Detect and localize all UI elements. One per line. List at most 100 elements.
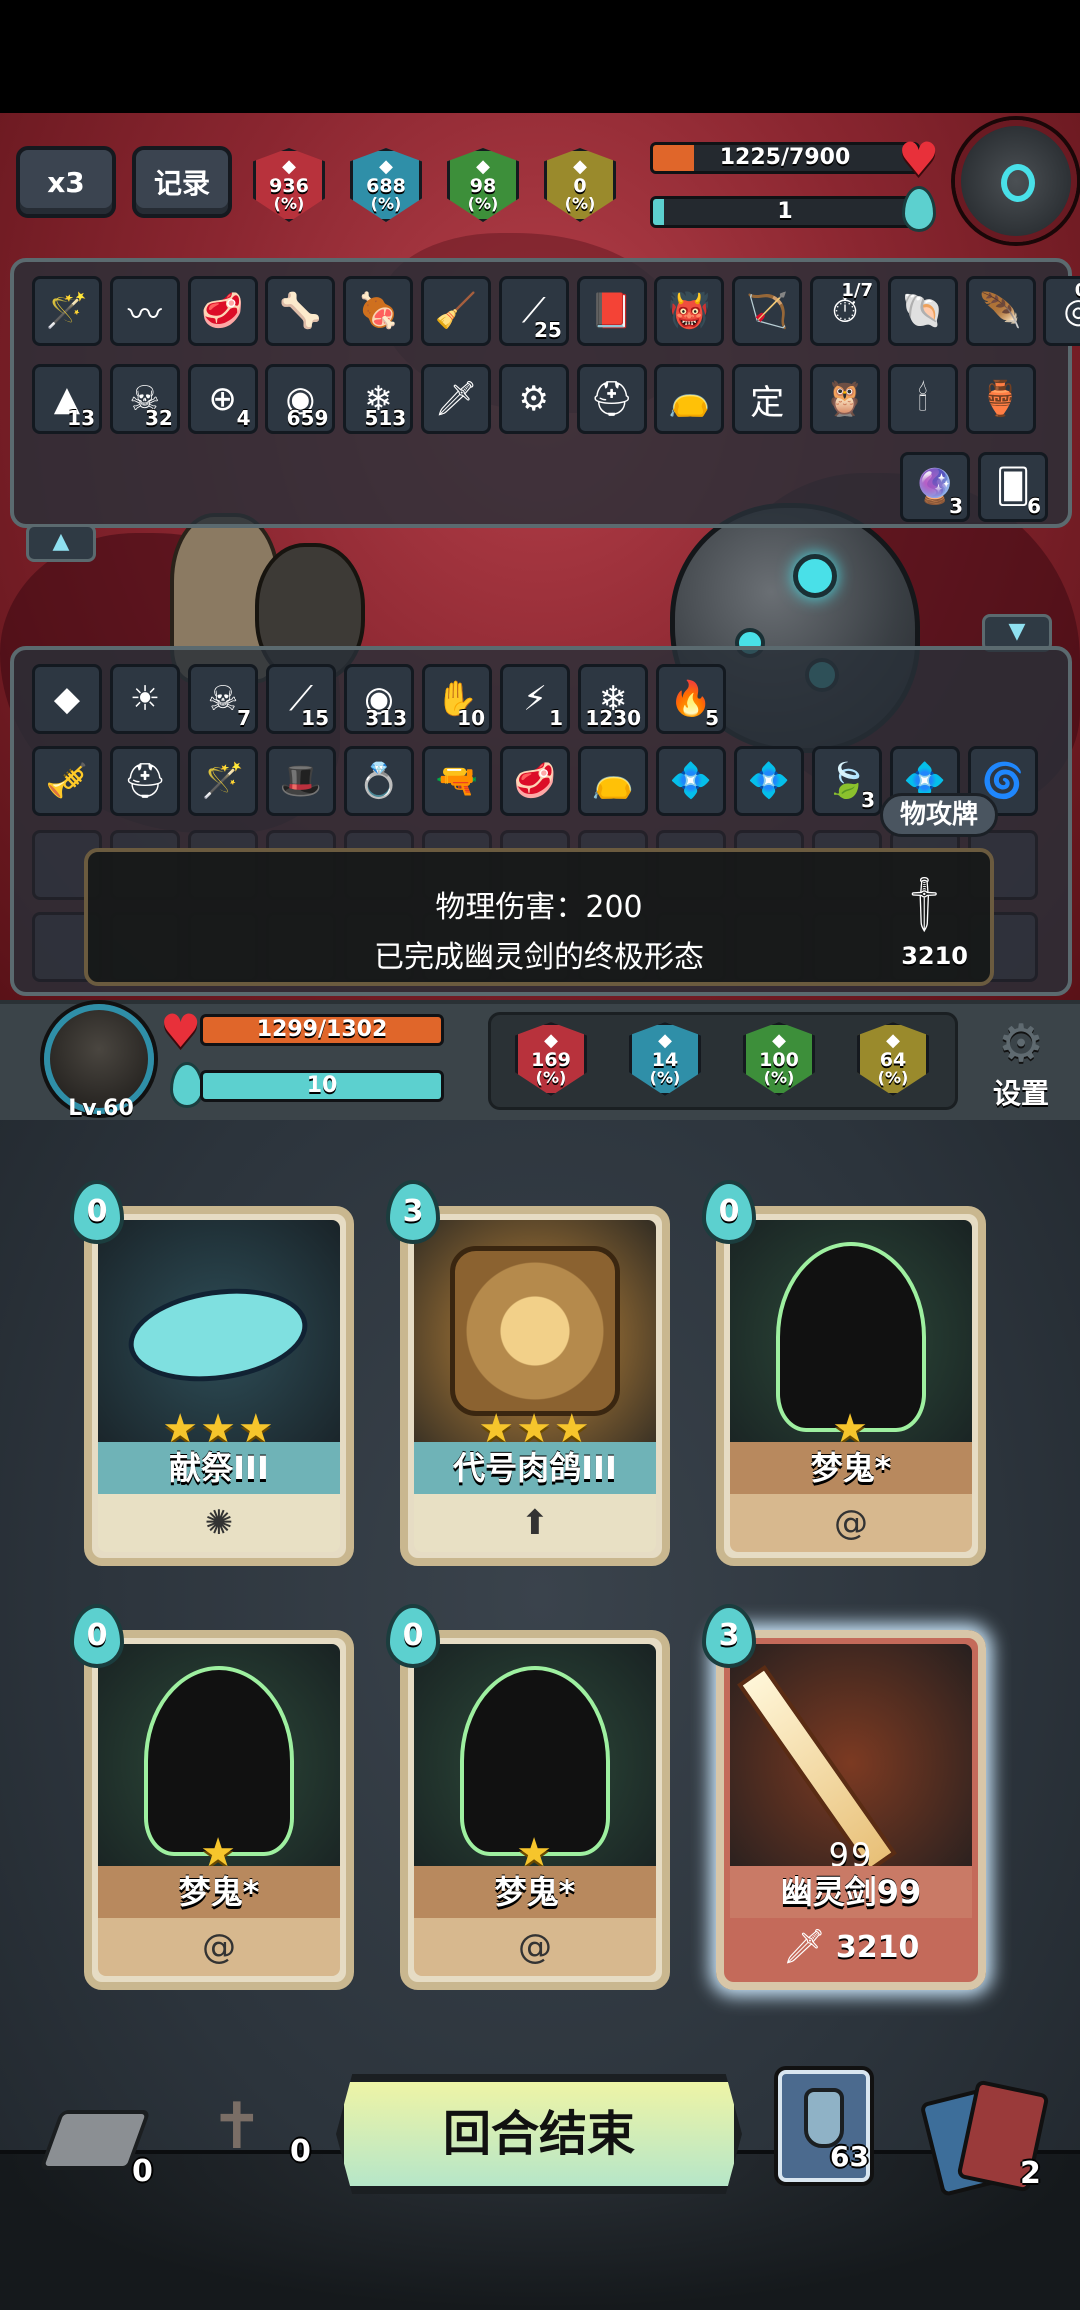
discard-pile[interactable]: 2 [919,2079,1070,2200]
poison-skull-icon: ☠ [207,679,239,719]
collapse-enemy-panel-button[interactable]: ▲ [26,524,96,562]
item-slot[interactable]: ▲ 13 [32,364,102,434]
item-slot[interactable]: ◎0/1 [1043,276,1080,346]
item-slot[interactable]: 🂠 6 [978,452,1048,522]
item-slot[interactable]: ❄ 1230 [578,664,648,734]
book-icon: 📕 [590,291,633,331]
speed-label: x3 [47,165,85,199]
tooltip-sword-icon: 🗡 [890,869,960,939]
item-slot[interactable]: 👹 [654,276,725,346]
item-slot[interactable]: 🪶 [965,276,1036,346]
item-slot[interactable]: 👝 [654,364,725,434]
item-slot[interactable]: 💍 [344,746,414,816]
player-hp-text: 1299/1302 [256,1017,388,1042]
item-slot[interactable]: 🪄 [188,746,258,816]
item-slot[interactable]: 🏺 [965,364,1036,434]
card-cost-value: 3 [402,1194,424,1229]
item-slot[interactable]: ☠ 32 [109,364,180,434]
item-slot[interactable]: ☀ [110,664,180,734]
item-slot[interactable]: 🧹 [421,276,491,346]
dream-ghost-silhouette [144,1666,294,1856]
end-turn-button[interactable]: 回合结束 [336,2074,742,2194]
item-slot[interactable]: 🎺 [32,746,102,816]
meat-icon: 🥩 [201,291,244,331]
kunai-icon: 🗡 [434,379,478,419]
blue-shield-gem-icon: 💠 [747,761,791,801]
item-slot[interactable]: 🦉 [810,364,880,434]
enemy-portrait[interactable] [955,120,1077,242]
whip-icon: 〰 [127,294,162,335]
item-slot[interactable]: 🐚 [887,276,958,346]
wing-icon: 🪶 [979,291,1022,331]
broom-icon: 🧹 [434,291,478,331]
item-slot[interactable]: 🗡 [421,364,491,434]
resist-shield: ◆ 14 (%) [629,1022,701,1096]
player-heart-icon: ♥ [160,1004,202,1058]
grave-pile[interactable]: ✝ 0 [190,2080,320,2190]
card-cost: 0 [386,1604,440,1668]
hand-card[interactable]: ★★★ 献祭III ✺ 0 [70,1180,354,1566]
item-count: 659 [286,406,329,430]
resist-shield: ◆ 64 (%) [857,1022,929,1096]
resist-shield: ◆ 936 (%) [253,148,325,222]
item-slot[interactable]: ☠ 7 [188,664,258,734]
item-slot[interactable]: ⛑ [110,746,180,816]
card-foot: ⬆ [414,1494,656,1552]
card-foot: @ [730,1494,972,1552]
tooltip-line-1: 物理伤害：200 [435,890,643,925]
item-slot[interactable]: 🍃 3 [812,746,882,816]
potion-slot[interactable]: 63 [778,2070,870,2182]
horn-icon: 🦴 [279,291,322,331]
orb-icon: 定 [750,382,785,423]
sun-icon: ☀ [129,679,161,719]
item-slot[interactable]: 定 [732,364,803,434]
item-count: 15 [301,706,329,730]
item-slot[interactable]: ⊕ 4 [187,364,258,434]
item-count: 513 [364,406,407,430]
card-cost: 0 [70,1604,124,1668]
player-level: Lv.60 [68,1096,134,1121]
item-slot[interactable]: 🦴 [265,276,336,346]
item-slot[interactable]: ◆ [32,664,102,734]
item-slot[interactable]: ◉ 313 [344,664,414,734]
item-slot[interactable]: 📕 [576,276,647,346]
gravestone-icon: ✝ [210,2090,264,2164]
hand-card[interactable]: ★ 梦鬼* @0 [702,1180,986,1566]
item-slot[interactable]: ⟋ 15 [266,664,336,734]
log-button[interactable]: 记录 [132,146,232,218]
item-slot[interactable]: 🥩 [187,276,258,346]
item-slot[interactable]: ✋ 10 [422,664,492,734]
item-slot[interactable]: 🎩 [266,746,336,816]
item-slot[interactable]: 💠 [734,746,804,816]
item-slot[interactable]: 🪄 [32,276,102,346]
red-imp-icon: 👹 [668,291,711,331]
up-arrow-icon: ⬆ [520,1503,550,1543]
draw-pile[interactable]: 0 [39,2100,160,2190]
item-slot[interactable]: ◉ 659 [265,364,336,434]
item-slot[interactable]: ⚡ 1 [500,664,570,734]
hand-card[interactable]: ★★★ 代号肉鸽III ⬆ 3 [386,1180,670,1566]
item-slot[interactable]: 🏹 [732,276,803,346]
item-slot[interactable]: 🕯 [887,364,958,434]
item-count: 32 [144,406,173,430]
item-slot[interactable]: ❄ 513 [343,364,414,434]
item-slot[interactable]: 🔮 3 [900,452,970,522]
item-slot[interactable]: ⟋ 25 [498,276,569,346]
item-slot[interactable]: 〰 [109,276,180,346]
speed-button[interactable]: x3 [16,146,116,218]
settings-button[interactable]: ⚙ 设置 [976,1016,1066,1116]
item-slot[interactable]: ⛑ [576,364,647,434]
item-slot[interactable]: 🔫 [422,746,492,816]
hand-card[interactable]: ★ 梦鬼* @0 [70,1604,354,1990]
hand-card[interactable]: ★ 梦鬼* @0 [386,1604,670,1990]
item-slot[interactable]: 💠 [656,746,726,816]
item-slot[interactable]: 🔥 5 [656,664,726,734]
hand-card[interactable]: 99 幽灵剑99 🗡 3210 3 [702,1604,986,1990]
item-slot[interactable]: 👝 [578,746,648,816]
item-slot[interactable]: ⚙ [498,364,569,434]
item-slot[interactable]: 🍖 [343,276,414,346]
item-slot[interactable]: ⏱ 1/7 [810,276,880,346]
resist-badge: ◆ 98 (%) [444,148,522,228]
item-slot[interactable]: 🥩 [500,746,570,816]
card-cost: 0 [70,1180,124,1244]
